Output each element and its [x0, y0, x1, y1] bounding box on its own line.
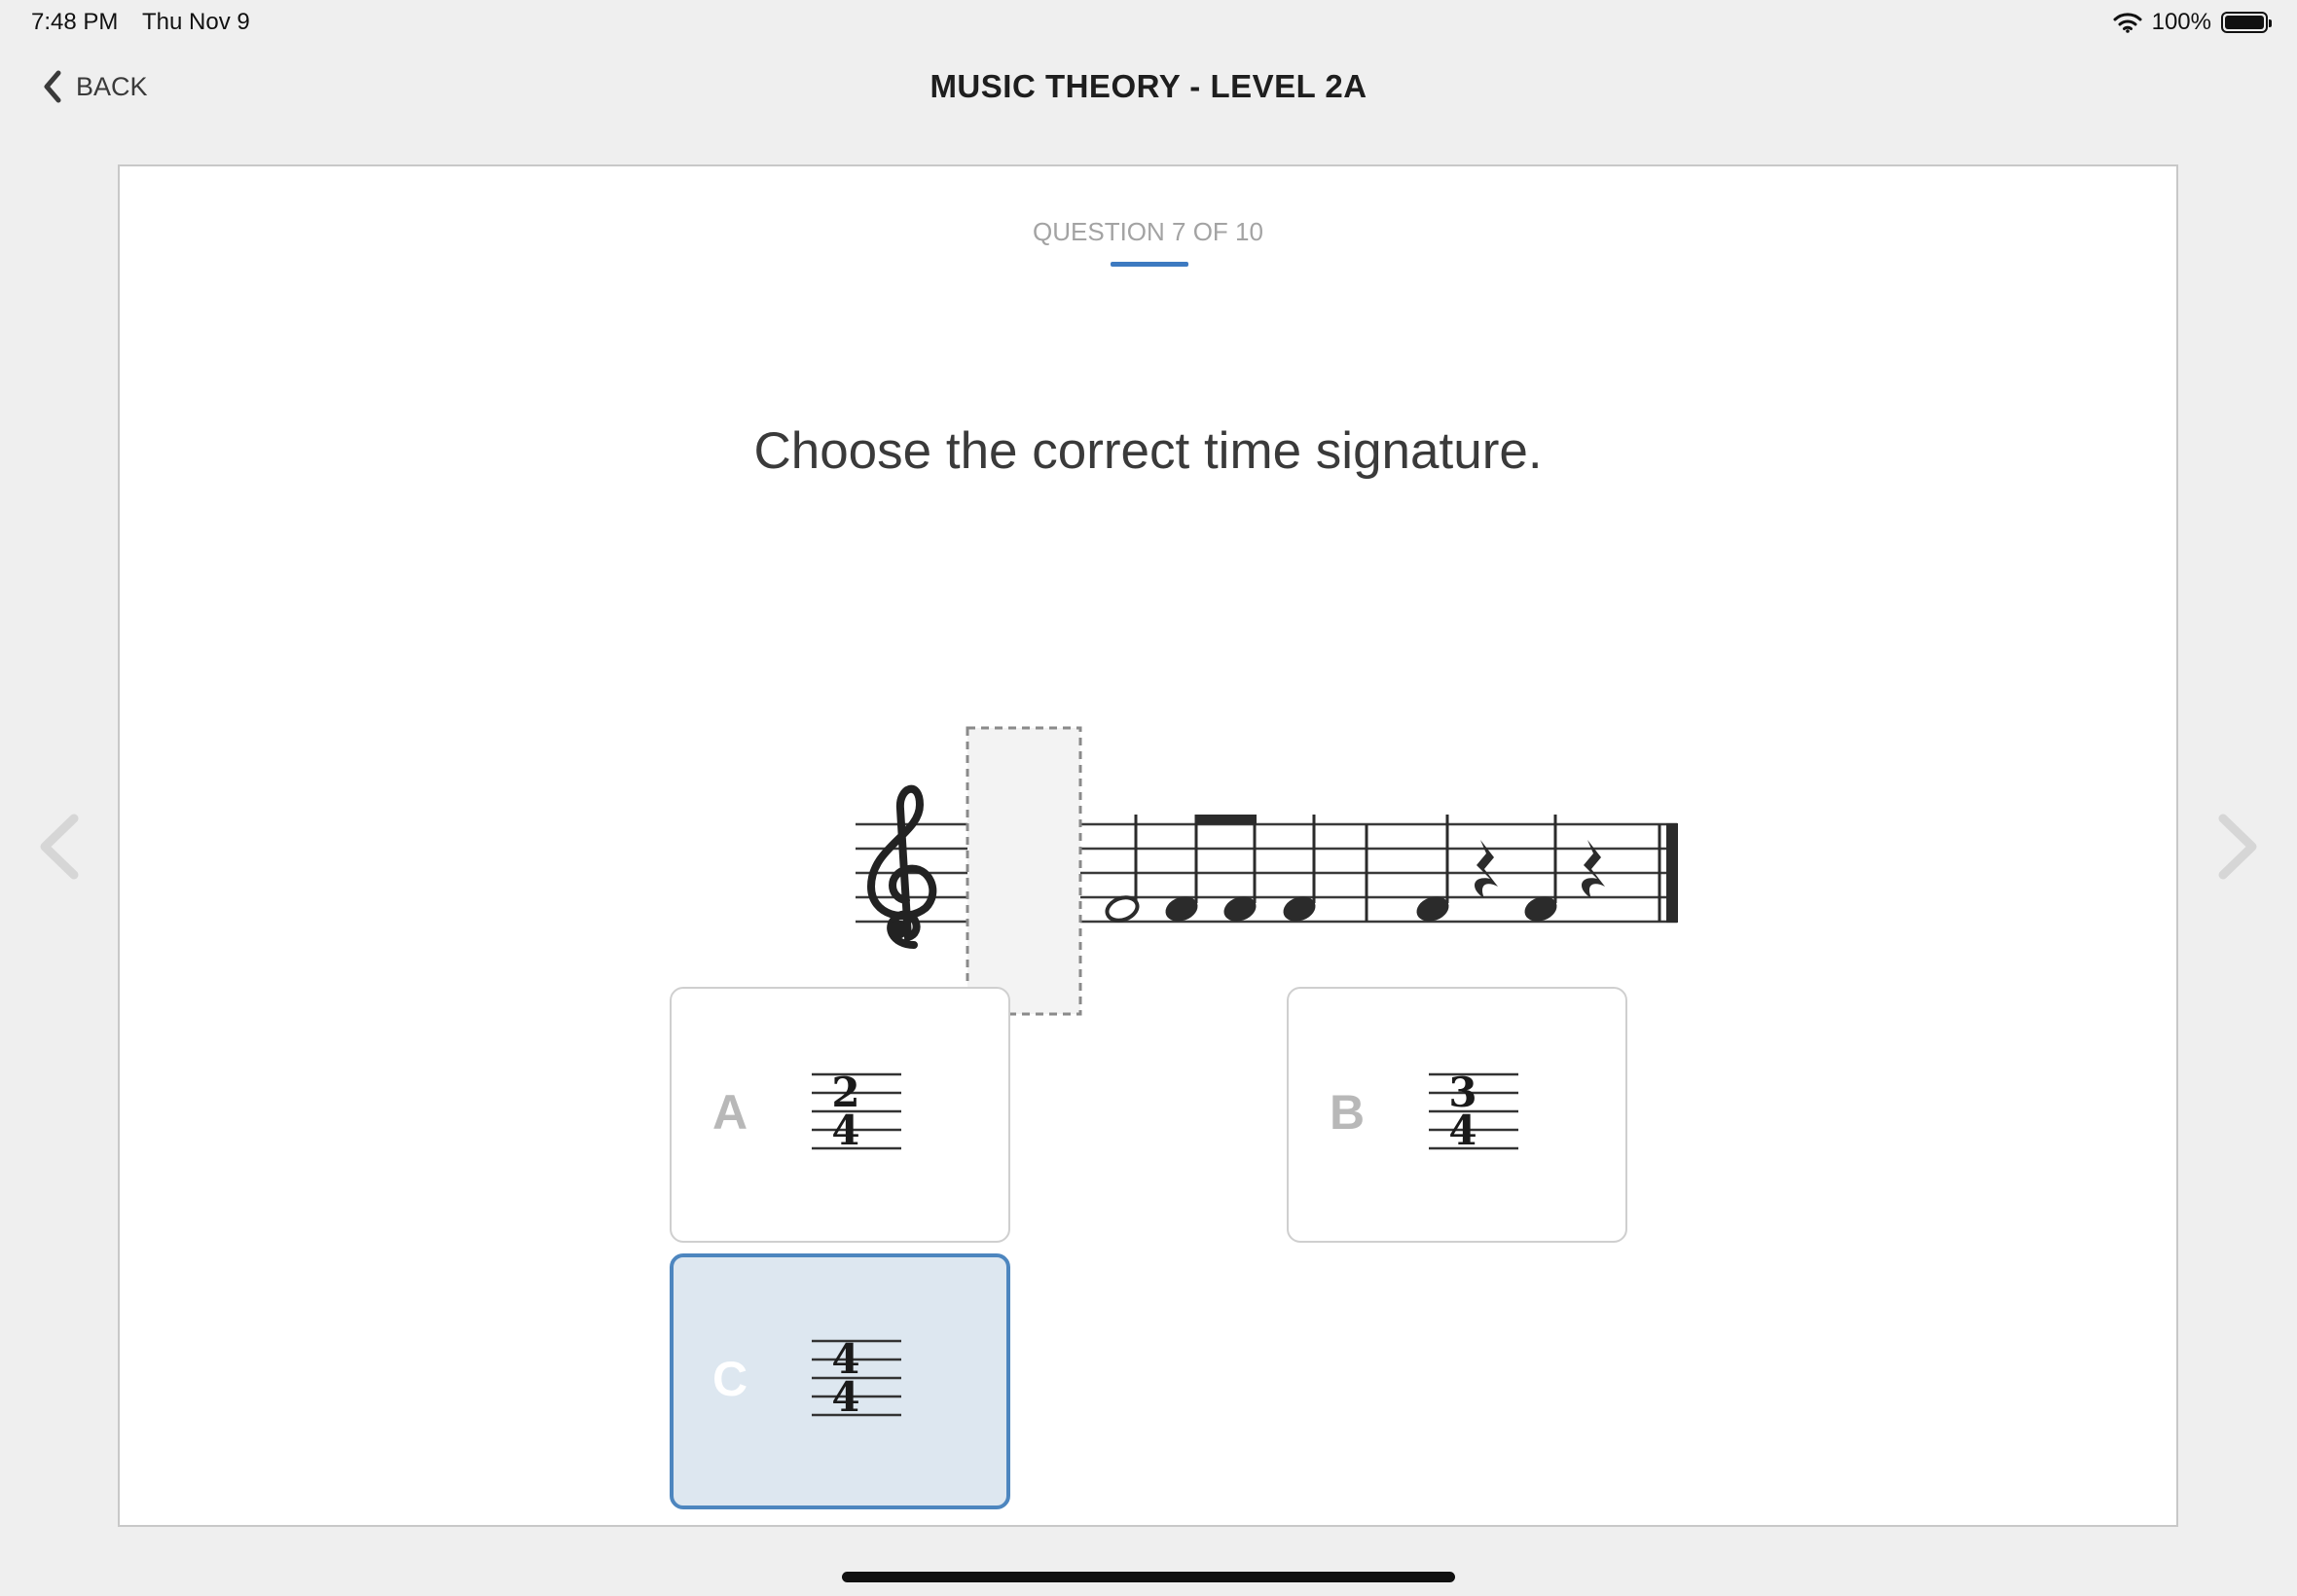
battery-icon: [2221, 12, 2272, 33]
answer-option-b[interactable]: B 3 4: [1287, 987, 1627, 1243]
status-time: 7:48 PM: [31, 9, 119, 35]
answer-option-c[interactable]: C 4 4: [670, 1253, 1010, 1509]
counter-underline: [1111, 262, 1188, 267]
time-signature-icon: 2 4: [812, 1070, 901, 1152]
measure-one-notes: [1105, 815, 1316, 923]
question-counter: QUESTION 7 OF 10: [1033, 217, 1263, 246]
previous-question-button[interactable]: [37, 813, 82, 886]
time-signature-bottom: 4: [831, 1106, 859, 1152]
time-signature-icon: 3 4: [1429, 1070, 1518, 1152]
time-signature-icon: 4 4: [812, 1337, 901, 1419]
answer-option-a[interactable]: A 2 4: [670, 987, 1010, 1243]
chevron-left-icon: [40, 814, 79, 880]
question-prompt: Choose the correct time signature.: [753, 422, 1543, 480]
question-card: QUESTION 7 OF 10 Choose the correct time…: [118, 164, 2178, 1527]
battery-percent: 100%: [2151, 9, 2211, 35]
status-indicators: 100%: [2113, 9, 2272, 36]
wifi-icon: [2113, 13, 2142, 33]
eighth-note-beam: [1195, 815, 1257, 824]
measure-two-notes: [1416, 815, 1605, 922]
home-indicator[interactable]: [842, 1572, 1455, 1582]
battery-fill: [2225, 16, 2264, 29]
answer-letter: A: [712, 1085, 748, 1140]
time-signature-drop-zone[interactable]: [966, 726, 1082, 1016]
time-signature-bottom: 4: [831, 1373, 859, 1419]
answer-letter: C: [712, 1352, 748, 1406]
music-staff: [856, 726, 1678, 1016]
time-signature-bottom: 4: [1448, 1106, 1477, 1152]
page-title: MUSIC THEORY - LEVEL 2A: [930, 68, 1367, 104]
status-date: Thu Nov 9: [142, 9, 250, 35]
status-bar: 7:48 PM Thu Nov 9 100%: [0, 0, 2297, 47]
chevron-right-icon: [2218, 814, 2257, 880]
answer-letter: B: [1330, 1085, 1366, 1140]
next-question-button[interactable]: [2215, 813, 2260, 886]
